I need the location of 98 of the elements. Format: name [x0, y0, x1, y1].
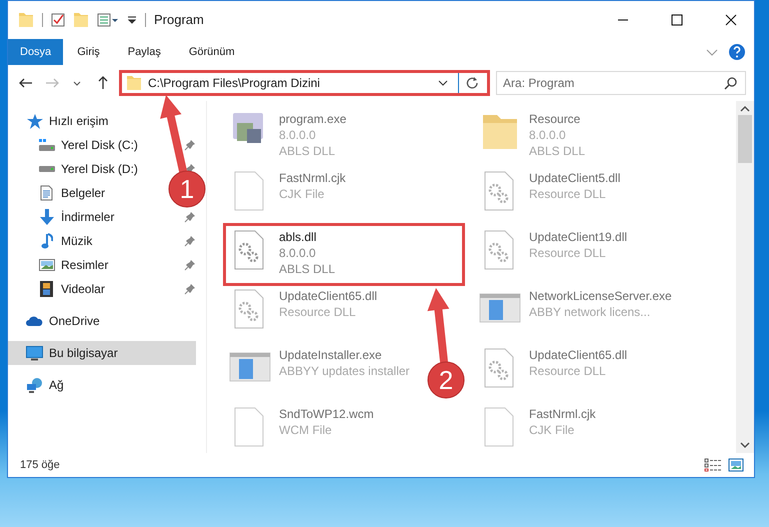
sidebar-item[interactable]: Hızlı erişim — [8, 109, 196, 133]
close-icon — [725, 14, 737, 26]
file-item[interactable]: SndToWP12.wcm WCM File — [225, 402, 378, 452]
step-number-badge: 2 — [428, 362, 464, 398]
search-field[interactable]: Ara: Program — [496, 71, 746, 95]
recent-locations-icon — [73, 80, 82, 86]
file-name: UpdateClient65.dll — [529, 347, 628, 363]
file-name: SndToWP12.wcm — [279, 406, 374, 422]
ribbon-tab[interactable]: Paylaş — [114, 39, 175, 65]
address-bar[interactable]: C:\Program Files\Program Dizini — [118, 70, 490, 96]
ribbon-tab[interactable]: Görünüm — [174, 39, 249, 65]
pin-icon[interactable] — [184, 283, 196, 295]
file-detail: CJK File — [279, 186, 326, 202]
ribbon-tab[interactable]: Dosya — [8, 39, 64, 65]
file-name: NetworkLicenseServer.exe — [529, 288, 672, 304]
up-icon — [98, 76, 108, 90]
address-path: C:\Program Files\Program Dizini — [148, 75, 321, 92]
sidebar-item[interactable]: Yerel Disk (C:) — [8, 133, 146, 157]
large-icons-view-icon[interactable] — [728, 458, 744, 472]
pin-icon[interactable] — [184, 259, 196, 271]
scroll-up-icon[interactable] — [740, 105, 750, 113]
sidebar-item[interactable]: Müzik — [8, 229, 100, 253]
file-item[interactable]: FastNrml.cjk CJK File — [475, 402, 600, 452]
file-name: abls.dll — [279, 229, 318, 245]
item-count: 175 öğe — [20, 458, 60, 473]
sidebar-item[interactable]: Yerel Disk (D:) — [8, 157, 146, 181]
file-name: FastNrml.cjk — [279, 170, 346, 186]
customize-caret-icon[interactable] — [127, 16, 137, 24]
maximize-icon — [671, 14, 683, 26]
drive-icon — [38, 139, 54, 151]
file-detail: 8.0.0.0 — [279, 245, 317, 261]
dropdown-icon[interactable] — [438, 80, 448, 86]
sidebar-item[interactable]: Bu bilgisayar — [8, 341, 196, 365]
ribbon-tab[interactable]: Giriş — [63, 39, 114, 65]
file-detail: ABBYY updates installer — [279, 363, 410, 379]
document-icon — [40, 185, 53, 201]
pin-icon[interactable] — [184, 211, 196, 223]
scrollbar-thumb[interactable] — [738, 115, 752, 163]
cloud-icon — [26, 316, 43, 326]
file-name: UpdateClient65.dll — [279, 288, 378, 304]
file-detail: Resource DLL — [279, 304, 357, 320]
file-detail: Resource DLL — [529, 245, 607, 261]
file-detail: WCM File — [279, 422, 333, 438]
pictures-icon — [38, 259, 54, 271]
file-detail: ABLS DLL — [279, 261, 336, 277]
file-item[interactable]: UpdateClient5.dll Resource DLL — [475, 166, 624, 216]
drive-icon — [38, 166, 54, 172]
view-options-icon[interactable] — [97, 13, 119, 27]
file-detail: Resource DLL — [529, 186, 607, 202]
file-detail: ABLS DLL — [279, 143, 336, 159]
film-strip-icon — [40, 281, 53, 297]
forward-icon — [44, 78, 59, 88]
file-item[interactable]: program.exe 8.0.0.0 ABLS DLL — [225, 107, 350, 163]
sidebar-item[interactable]: Ağ — [8, 373, 196, 397]
minimize-icon — [617, 19, 629, 21]
properties-icon[interactable] — [51, 13, 65, 27]
pin-icon[interactable] — [184, 139, 196, 151]
file-item[interactable]: abls.dll 8.0.0.0 ABLS DLL — [225, 225, 463, 284]
sidebar-item[interactable]: Belgeler — [8, 181, 114, 205]
sidebar-item[interactable]: Resimler — [8, 253, 116, 277]
details-view-icon[interactable] — [704, 458, 722, 472]
sidebar-item[interactable]: OneDrive — [8, 309, 196, 333]
search-icon[interactable] — [724, 76, 738, 90]
download-arrow-icon — [40, 209, 54, 225]
star-icon — [26, 114, 42, 128]
file-name: UpdateClient5.dll — [529, 170, 620, 186]
music-note-icon — [40, 233, 52, 249]
file-item[interactable]: UpdateClient65.dll Resource DLL — [475, 343, 632, 393]
refresh-icon[interactable] — [465, 76, 480, 90]
file-name: UpdateInstaller.exe — [279, 347, 383, 363]
file-detail: 8.0.0.0 — [529, 127, 567, 143]
file-item[interactable]: UpdateClient65.dll Resource DLL — [225, 284, 382, 334]
file-detail: ABLS DLL — [529, 143, 586, 159]
monitor-icon — [26, 346, 43, 360]
sidebar-item[interactable]: Videolar — [8, 277, 113, 301]
file-item[interactable]: UpdateInstaller.exe ABBYY updates installer — [225, 343, 414, 393]
window-title: Program — [154, 11, 204, 30]
help-icon[interactable] — [728, 43, 746, 61]
file-detail: ABBY network licens... — [529, 304, 652, 320]
file-name: FastNrml.cjk — [529, 406, 596, 422]
file-name: Resource — [529, 111, 582, 127]
file-name: program.exe — [279, 111, 346, 127]
file-detail: 8.0.0.0 — [279, 127, 317, 143]
file-detail: CJK File — [529, 422, 576, 438]
sidebar-item[interactable]: İndirmeler — [8, 205, 122, 229]
file-name: UpdateClient19.dll — [529, 229, 628, 245]
file-detail: Resource DLL — [529, 363, 607, 379]
file-item[interactable]: Resource 8.0.0.0 ABLS DLL — [475, 107, 590, 163]
network-icon — [26, 378, 42, 392]
file-item[interactable]: UpdateClient19.dll Resource DLL — [475, 225, 632, 275]
back-icon — [18, 78, 33, 88]
file-item[interactable]: NetworkLicenseServer.exe ABBY network licens... — [475, 284, 676, 334]
scroll-down-icon[interactable] — [740, 441, 750, 449]
folder-icon — [126, 75, 142, 91]
file-item[interactable]: FastNrml.cjk CJK File — [225, 166, 350, 216]
pin-icon[interactable] — [184, 235, 196, 247]
step-number-badge: 1 — [168, 170, 206, 208]
expand-ribbon-icon[interactable] — [706, 48, 718, 56]
